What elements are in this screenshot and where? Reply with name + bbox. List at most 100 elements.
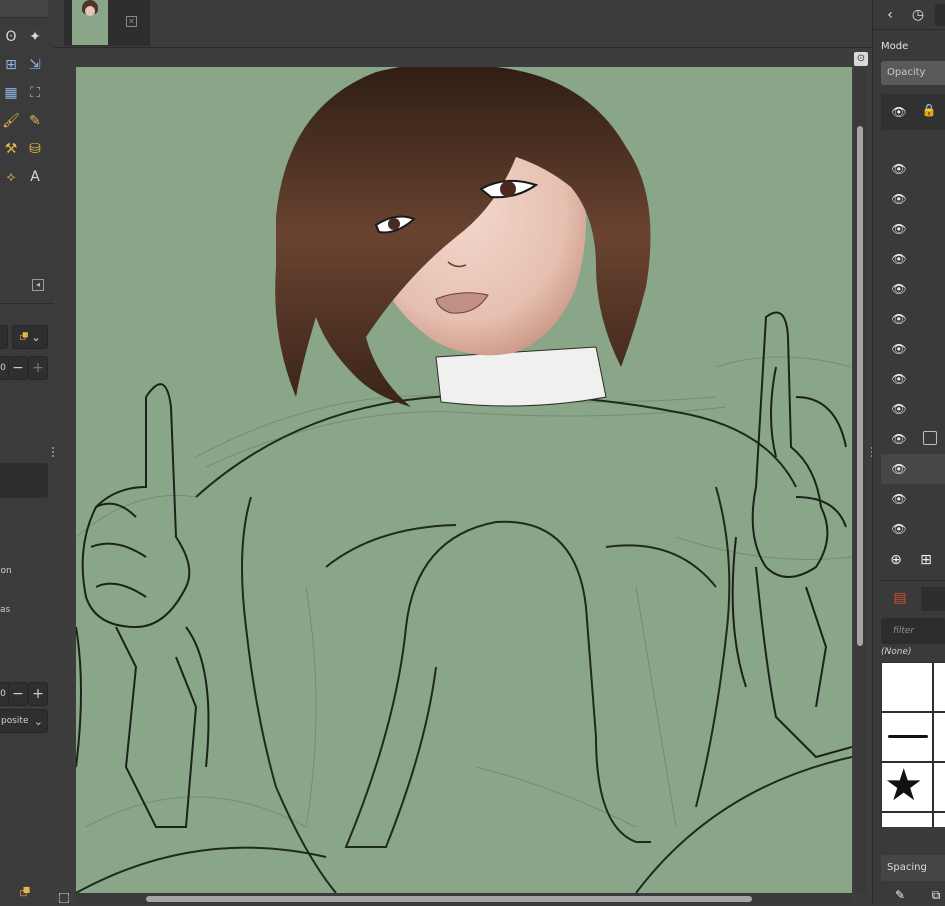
option-label-1: ion: [0, 566, 12, 576]
new-layer-group-icon[interactable]: ⊞: [915, 549, 937, 571]
eye-icon[interactable]: 👁: [891, 521, 907, 537]
clone-icon[interactable]: ⚒: [0, 138, 22, 160]
canvas-artwork[interactable]: [76, 67, 852, 893]
composite-mode-value: posite: [1, 716, 29, 726]
brush-cell[interactable]: [934, 813, 945, 827]
clock-icon[interactable]: ◷: [907, 4, 929, 26]
tool-preset-button[interactable]: [0, 325, 8, 349]
eye-icon[interactable]: 👁: [891, 341, 907, 357]
edit-brush-icon[interactable]: ✎: [889, 884, 911, 906]
mode-select-button[interactable]: ⮻ ⌄: [12, 325, 48, 349]
layer-row[interactable]: 👁: [881, 454, 945, 484]
brush-star[interactable]: ★: [882, 763, 932, 811]
mode-label: Mode: [881, 41, 909, 52]
eye-icon[interactable]: 👁: [891, 161, 907, 177]
configure-toolbox-icon[interactable]: ◂: [32, 279, 44, 291]
eye-icon[interactable]: 👁: [891, 221, 907, 237]
layer-row[interactable]: 👁: [881, 214, 945, 244]
toolbox-divider: [0, 303, 54, 304]
layer-row[interactable]: 👁: [881, 304, 945, 334]
fuzzy-select-icon[interactable]: ✦: [24, 26, 46, 48]
layer-row[interactable]: 👁: [881, 184, 945, 214]
vertical-scrollbar[interactable]: [854, 68, 866, 894]
path-icon[interactable]: ⟡: [0, 166, 22, 188]
size-decrease-button[interactable]: −: [8, 356, 28, 380]
chevron-left-icon[interactable]: ‹: [879, 4, 901, 26]
layer-row[interactable]: 👁: [881, 244, 945, 274]
paintbrush-icon[interactable]: 🖌: [0, 110, 22, 132]
artwork-illustration: [76, 67, 852, 893]
eye-icon[interactable]: 👁: [891, 311, 907, 327]
toolbox-header: [0, 0, 48, 18]
brush-line[interactable]: [882, 713, 932, 761]
navigate-icon[interactable]: ⊙: [854, 52, 868, 66]
eye-icon[interactable]: 👁: [891, 461, 907, 477]
layer-row[interactable]: 👁: [881, 274, 945, 304]
option-label-2: as: [0, 605, 11, 615]
image-tab[interactable]: ✕: [64, 0, 150, 46]
spacing-label: Spacing: [887, 862, 927, 873]
opacity-decrease-button[interactable]: −: [8, 682, 28, 706]
duplicate-brush-icon[interactable]: ⧉: [925, 884, 945, 906]
toolbox: ʘ ✦ ⊞ ⇲ ▦ ⛶ 🖌 ✎ ⚒ ⛁ ⟡ A ◂ ⮻⌄ 0 − + ion a…: [0, 0, 54, 905]
eye-icon[interactable]: 👁: [891, 401, 907, 417]
dock-tab[interactable]: [935, 4, 945, 26]
eye-icon[interactable]: 👁: [891, 191, 907, 207]
spacing-field[interactable]: Spacing: [881, 855, 945, 881]
close-square-icon[interactable]: ✕: [126, 16, 137, 27]
lock-row: 👁 🔒: [881, 94, 945, 130]
layer-row[interactable]: 👁: [881, 484, 945, 514]
layer-row[interactable]: 👁: [881, 394, 945, 424]
eye-icon[interactable]: 👁: [891, 251, 907, 267]
canvas-viewport[interactable]: ⊙: [54, 48, 873, 905]
heal-icon[interactable]: ⛁: [24, 138, 46, 160]
lock-icon[interactable]: 🔒: [921, 103, 937, 119]
transform-icon[interactable]: ⊞: [0, 54, 22, 76]
brush-cell[interactable]: [934, 663, 945, 711]
chevron-down-icon: ⌄: [31, 330, 41, 344]
brush-grid: ★: [881, 662, 945, 827]
free-select-icon[interactable]: ʘ: [0, 26, 22, 48]
collar: [435, 346, 607, 407]
brush-filter-input[interactable]: filter: [881, 618, 945, 644]
brush-cell[interactable]: [934, 713, 945, 761]
vertical-scroll-thumb[interactable]: [857, 126, 863, 646]
filter-placeholder: filter: [893, 626, 915, 636]
eye-icon[interactable]: 👁: [891, 431, 907, 447]
layer-row[interactable]: 👁: [881, 154, 945, 184]
chevron-down-icon: ⌄: [33, 714, 43, 728]
eye-icon[interactable]: 👁: [891, 491, 907, 507]
patterns-tab[interactable]: [921, 587, 945, 611]
brush-options-panel[interactable]: [0, 463, 48, 498]
cage-transform-icon[interactable]: ⛶: [24, 82, 46, 104]
layer-row[interactable]: 👁: [881, 424, 945, 454]
align-icon[interactable]: ⇲: [24, 54, 46, 76]
brushes-tab-icon[interactable]: ▤: [889, 587, 911, 609]
composite-mode-select[interactable]: posite ⌄: [0, 709, 48, 733]
layer-link-checkbox[interactable]: [923, 431, 937, 445]
opacity-increase-button[interactable]: +: [28, 682, 48, 706]
brush-preset-label: (None): [881, 647, 912, 657]
quick-mask-icon[interactable]: [59, 893, 69, 903]
eye-icon[interactable]: 👁: [891, 371, 907, 387]
layer-row[interactable]: 👁: [881, 514, 945, 544]
layer-row[interactable]: 👁: [881, 334, 945, 364]
horizontal-scroll-thumb[interactable]: [146, 896, 752, 902]
size-increase-button[interactable]: +: [28, 356, 48, 380]
size-value: 0: [0, 363, 6, 373]
eye-icon[interactable]: 👁: [891, 104, 907, 120]
brush-hardness[interactable]: [882, 663, 932, 711]
grid-transform-icon[interactable]: ▦: [0, 82, 22, 104]
text-icon[interactable]: A: [24, 166, 46, 188]
image-tab-bar: ✕: [54, 0, 872, 48]
opacity-value: 0: [0, 689, 6, 699]
brush-cell[interactable]: [934, 763, 945, 811]
opacity-field[interactable]: Opacity: [881, 61, 945, 85]
new-layer-icon[interactable]: ⊕: [885, 549, 907, 571]
pencil-icon[interactable]: ✎: [24, 110, 46, 132]
brush-cell[interactable]: [882, 813, 932, 827]
layer-row[interactable]: 👁: [881, 364, 945, 394]
brush-icon[interactable]: ⮻: [17, 885, 33, 901]
horizontal-scrollbar[interactable]: [76, 893, 852, 905]
eye-icon[interactable]: 👁: [891, 281, 907, 297]
